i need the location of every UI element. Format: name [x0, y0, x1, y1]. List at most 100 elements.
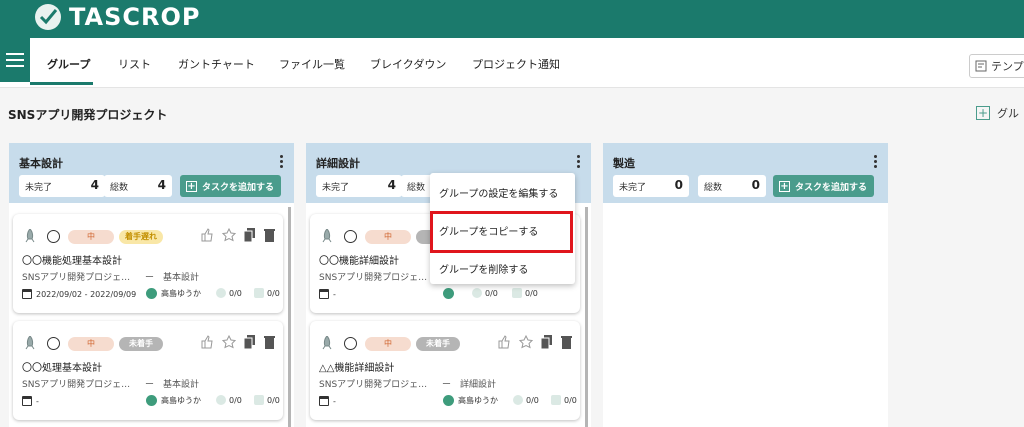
kebab-menu-icon[interactable]	[874, 155, 878, 168]
tab-breakdown[interactable]: ブレイクダウン	[370, 56, 446, 72]
column-header: 製造 未完了 0 総数 0 + タスクを追加する	[603, 143, 888, 203]
column-header: 基本設計 未完了 4 総数 4 + タスクを追加する	[9, 143, 294, 203]
task-assignee: 高島ゆうか	[443, 395, 498, 406]
priority-badge: 中	[365, 230, 411, 244]
rocket-icon	[25, 229, 35, 243]
tab-bar: グループ リスト ガントチャート ファイル一覧 ブレイクダウン プロジェクト通知…	[0, 38, 1024, 88]
complete-checkbox[interactable]	[344, 230, 357, 243]
task-date: -	[319, 289, 336, 299]
subtask-count: 0/0	[216, 395, 242, 405]
total-label: 総数	[407, 182, 426, 193]
column-title: 詳細設計	[316, 157, 360, 170]
add-task-button[interactable]: + タスクを追加する	[773, 175, 874, 197]
trash-icon[interactable]	[264, 228, 275, 242]
subtask-icon	[216, 395, 226, 405]
task-card[interactable]: 中 未着手 〇〇処理基本設計 SNSアプリ開発プロジェ… ー 基本設計 - 高島…	[13, 321, 283, 420]
tab-gantt[interactable]: ガントチャート	[178, 56, 255, 72]
trash-icon[interactable]	[561, 335, 572, 349]
menu-item-delete-group[interactable]: グループを削除する	[439, 261, 528, 276]
add-task-button[interactable]: + タスクを追加する	[180, 175, 281, 197]
complete-checkbox[interactable]	[47, 230, 60, 243]
checklist-icon	[512, 288, 522, 298]
complete-checkbox[interactable]	[344, 337, 357, 350]
incomplete-label: 未完了	[322, 182, 350, 193]
star-icon[interactable]	[222, 335, 236, 349]
checklist-count: 0/0	[254, 288, 280, 298]
add-task-label: タスクを追加する	[795, 182, 868, 193]
rocket-icon	[322, 336, 332, 350]
status-badge: 着手遅れ	[119, 230, 163, 244]
trash-icon[interactable]	[264, 335, 275, 349]
calendar-icon	[319, 396, 329, 406]
scrollbar[interactable]	[585, 207, 588, 427]
task-card[interactable]: 中 着手遅れ 〇〇機能処理基本設計 SNSアプリ開発プロジェ… ー 基本設計 2…	[13, 214, 283, 313]
plus-icon: +	[779, 180, 790, 192]
priority-badge: 中	[365, 337, 411, 351]
copy-icon[interactable]	[244, 228, 256, 242]
scrollbar[interactable]	[288, 207, 291, 427]
add-group-button[interactable]: + グル	[976, 105, 1019, 121]
total-number: 0	[751, 178, 760, 192]
total-label: 総数	[110, 182, 129, 193]
user-avatar-icon	[443, 395, 454, 406]
checklist-icon	[254, 395, 264, 405]
priority-badge: 中	[68, 337, 114, 351]
assignee-name: 高島ゆうか	[161, 396, 201, 405]
copy-icon[interactable]	[244, 335, 256, 349]
task-group: ー 基本設計	[145, 380, 200, 390]
plus-icon: +	[976, 106, 990, 120]
check-logo-icon	[35, 4, 61, 30]
kebab-menu-icon[interactable]	[280, 155, 284, 168]
task-date-text: -	[333, 289, 336, 299]
complete-checkbox[interactable]	[47, 337, 60, 350]
calendar-icon	[22, 289, 32, 299]
menu-item-edit-group[interactable]: グループの設定を編集する	[439, 185, 558, 200]
assignee-name: 高島ゆうか	[161, 289, 201, 298]
checklist-count: 0/0	[512, 288, 538, 298]
subtask-count: 0/0	[513, 395, 539, 405]
hamburger-menu-icon[interactable]	[0, 38, 30, 82]
task-name: 〇〇処理基本設計	[22, 363, 102, 374]
star-icon[interactable]	[519, 335, 533, 349]
subtask-icon	[216, 288, 226, 298]
incomplete-label: 未完了	[25, 182, 53, 193]
column-title: 製造	[613, 157, 635, 170]
incomplete-number: 4	[387, 178, 396, 192]
kebab-menu-icon[interactable]	[577, 155, 581, 168]
task-project: SNSアプリ開発プロジェ…	[319, 380, 428, 390]
card-actions	[497, 335, 572, 349]
calendar-icon	[319, 289, 329, 299]
app-logo[interactable]: TASCROP	[35, 2, 200, 32]
subtask-icon	[472, 288, 482, 298]
template-icon	[975, 60, 987, 72]
checklist-icon	[551, 395, 561, 405]
copy-icon[interactable]	[541, 335, 553, 349]
task-date: -	[319, 396, 336, 406]
tab-project-notifications[interactable]: プロジェクト通知	[472, 56, 560, 72]
subtask-count: 0/0	[472, 288, 498, 298]
priority-badge: 中	[68, 230, 114, 244]
status-badge: 未着手	[119, 337, 163, 351]
thumbs-up-icon[interactable]	[200, 228, 214, 242]
tab-group[interactable]: グループ	[47, 56, 90, 72]
tab-list[interactable]: リスト	[118, 56, 151, 72]
project-title: SNSアプリ開発プロジェクト	[8, 108, 168, 122]
task-project: SNSアプリ開発プロジェ…	[22, 380, 131, 390]
add-task-label: タスクを追加する	[202, 182, 275, 193]
task-card[interactable]: 中 未着手 △△機能詳細設計 SNSアプリ開発プロジェ… ー 詳細設計 - 高島…	[310, 321, 580, 420]
task-name: 〇〇機能詳細設計	[319, 256, 399, 267]
task-name: △△機能詳細設計	[319, 363, 395, 374]
task-assignee: 高島ゆうか	[146, 395, 201, 406]
user-avatar-icon	[146, 395, 157, 406]
incomplete-number: 0	[674, 178, 683, 192]
template-button[interactable]: テンプ	[969, 54, 1024, 78]
subtask-count: 0/0	[216, 288, 242, 298]
rocket-icon	[25, 336, 35, 350]
tab-files[interactable]: ファイル一覧	[279, 56, 345, 72]
assignee-name: 高島ゆうか	[458, 396, 498, 405]
task-assignee: 高島ゆうか	[146, 288, 201, 299]
star-icon[interactable]	[222, 228, 236, 242]
thumbs-up-icon[interactable]	[200, 335, 214, 349]
thumbs-up-icon[interactable]	[497, 335, 511, 349]
task-project: SNSアプリ開発プロジェ…	[22, 273, 131, 283]
